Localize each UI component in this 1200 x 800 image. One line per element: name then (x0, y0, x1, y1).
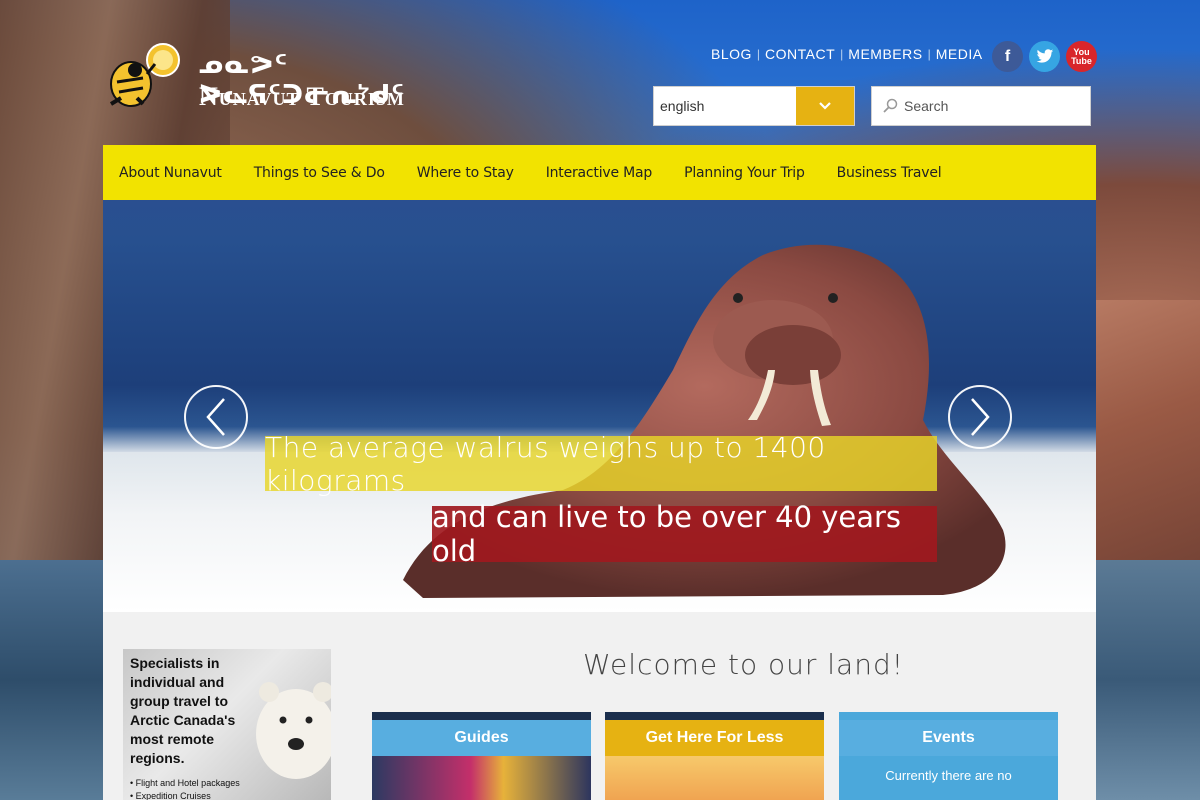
social-links: f You Tube (992, 41, 1097, 72)
promo-headline: Specialists in individual and group trav… (130, 655, 236, 766)
hero-slider: The average walrus weighs up to 1400 kil… (103, 200, 1096, 612)
promo-bullet: • Expedition Cruises (130, 791, 211, 800)
welcome-heading: Welcome to our land! (583, 648, 904, 681)
content-area: Specialists in individual and group trav… (103, 612, 1096, 800)
slider-prev-button[interactable] (184, 385, 248, 449)
nav-item-where-to-stay[interactable]: Where to Stay (401, 165, 530, 181)
hero-caption-line1: The average walrus weighs up to 1400 kil… (265, 431, 937, 497)
guides-card-image (372, 756, 591, 800)
slider-next-button[interactable] (948, 385, 1012, 449)
background-water-left (0, 560, 110, 800)
main-nav: About Nunavut Things to See & Do Where t… (103, 145, 1096, 200)
language-dropdown-button[interactable] (796, 87, 854, 125)
events-card-body: Currently there are no (839, 756, 1058, 800)
search-icon (876, 98, 904, 114)
guides-card[interactable]: Guides (372, 712, 591, 800)
card-strip (372, 712, 591, 720)
card-strip (605, 712, 824, 720)
get-here-card[interactable]: Get Here For Less (605, 712, 824, 800)
chevron-left-icon (206, 398, 225, 436)
youtube-icon[interactable]: You Tube (1066, 41, 1097, 72)
get-here-card-image (605, 756, 824, 800)
get-here-card-title: Get Here For Less (605, 720, 824, 756)
nav-link-blog[interactable]: BLOG (706, 46, 757, 62)
promo-bullets: • Flight and Hotel packages • Expedition… (130, 777, 240, 800)
polar-bear-image (256, 682, 331, 779)
site-logo[interactable]: ᓄᓇᕗᑦ ᐳᓚᕋᑦᑐᓕᕆᔾᑯᑦ Nunavut Tourism (103, 40, 463, 115)
language-value: english (660, 98, 705, 114)
nav-item-things-to-see[interactable]: Things to See & Do (238, 165, 401, 181)
search-input[interactable] (904, 98, 1074, 114)
utility-nav: BLOG | CONTACT | MEMBERS | MEDIA (706, 46, 988, 62)
promo-bullet: • Flight and Hotel packages (130, 778, 240, 788)
nav-item-about-nunavut[interactable]: About Nunavut (103, 165, 238, 181)
nav-link-media[interactable]: MEDIA (931, 46, 988, 62)
hero-caption-line2: and can live to be over 40 years old (432, 500, 937, 568)
language-select[interactable]: english (653, 86, 855, 126)
guides-card-title: Guides (372, 720, 591, 756)
search-box (871, 86, 1091, 126)
promo-banner[interactable]: Specialists in individual and group trav… (123, 649, 331, 800)
background-water-right (1090, 560, 1200, 800)
twitter-icon[interactable] (1029, 41, 1060, 72)
events-card[interactable]: Events Currently there are no (839, 712, 1058, 800)
facebook-icon[interactable]: f (992, 41, 1023, 72)
logo-figure-icon (109, 43, 180, 107)
chevron-down-icon (819, 102, 831, 110)
nav-link-members[interactable]: MEMBERS (843, 46, 927, 62)
events-card-title: Events (839, 720, 1058, 756)
nav-item-business-travel[interactable]: Business Travel (821, 165, 958, 181)
logo-wordmark: Nunavut Tourism (199, 82, 405, 111)
card-strip (839, 712, 1058, 720)
nav-item-planning-trip[interactable]: Planning Your Trip (668, 165, 821, 181)
nav-item-interactive-map[interactable]: Interactive Map (530, 165, 668, 181)
chevron-right-icon (971, 398, 990, 436)
background-cliff-right (1090, 300, 1200, 600)
nav-link-contact[interactable]: CONTACT (760, 46, 840, 62)
